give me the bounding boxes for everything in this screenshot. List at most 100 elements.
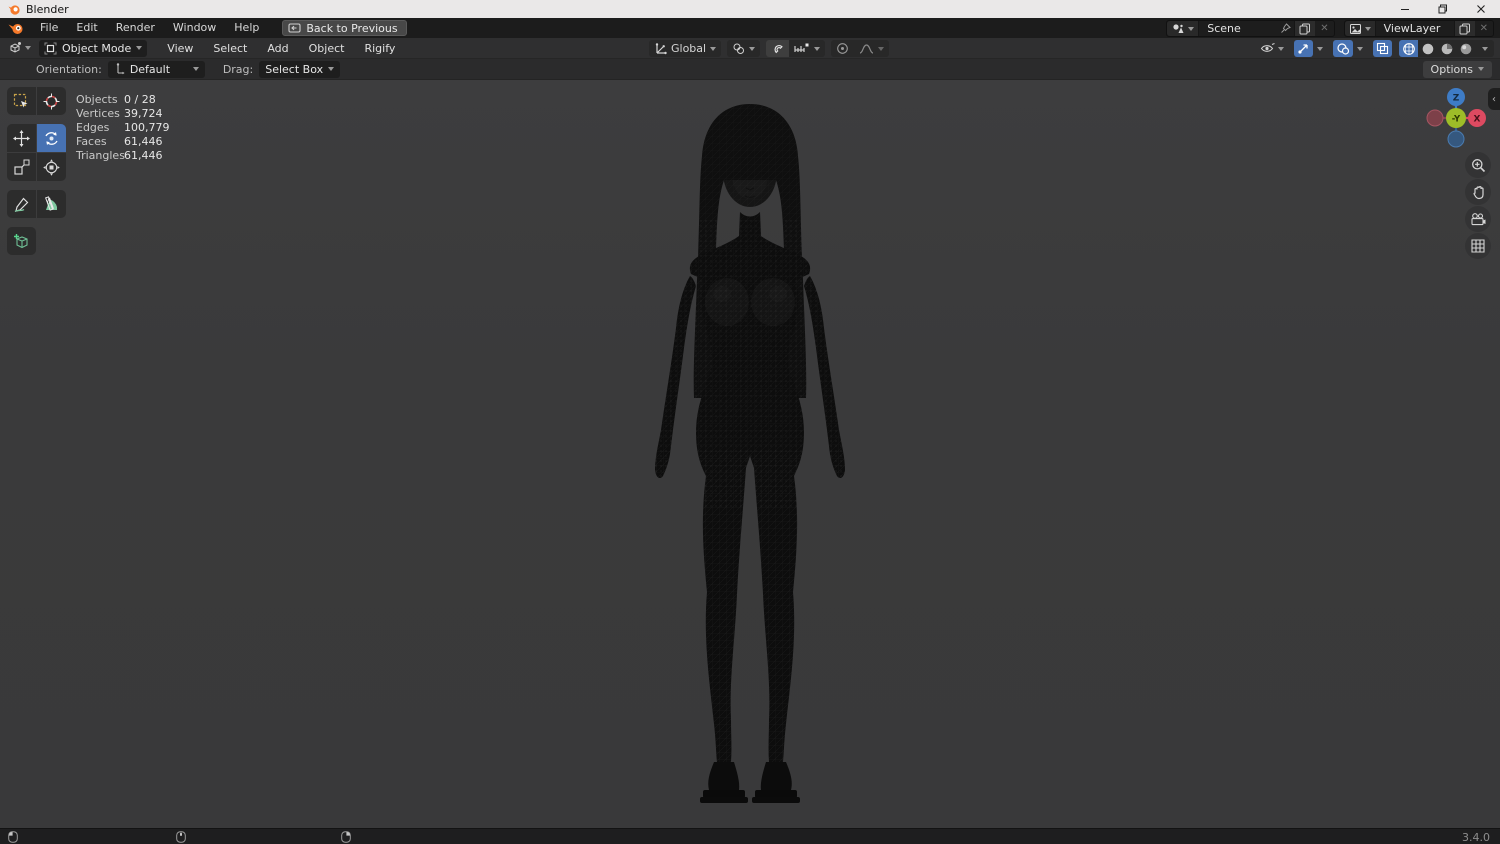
measure-tool[interactable] — [37, 190, 66, 218]
zoom-button[interactable] — [1465, 152, 1491, 178]
show-object-types-dropdown[interactable] — [1257, 40, 1287, 57]
menu-window[interactable]: Window — [164, 18, 225, 38]
minimize-button[interactable] — [1386, 0, 1424, 18]
toolbar — [7, 87, 66, 255]
shading-rendered-button[interactable] — [1456, 40, 1475, 57]
version-label: 3.4.0 — [1462, 831, 1490, 844]
back-to-previous-label: Back to Previous — [306, 21, 398, 35]
chevron-down-icon — [1317, 46, 1323, 51]
viewport-canvas[interactable]: Objects 0 / 28 Vertices 39,724 Edges 100,77… — [0, 80, 1500, 828]
orientation-value: Global — [671, 42, 707, 55]
add-cube-tool[interactable] — [7, 227, 36, 255]
visibility-icon — [1260, 43, 1275, 52]
drag-mode-dropdown[interactable]: Select Box — [259, 60, 341, 78]
zoom-icon — [1471, 158, 1485, 172]
add-cube-icon — [14, 233, 28, 248]
blender-logo-icon — [8, 3, 20, 15]
proportional-falloff-dropdown[interactable] — [854, 40, 889, 57]
orientation-default-dropdown[interactable]: Default — [107, 60, 205, 78]
transform-icon — [43, 158, 60, 176]
chevron-down-icon — [1278, 46, 1284, 51]
shading-wireframe-button[interactable] — [1399, 40, 1418, 57]
view-layer-name[interactable]: ViewLayer — [1376, 22, 1454, 35]
snap-toggle[interactable] — [766, 40, 790, 57]
gizmo-neg-x-axis[interactable] — [1426, 109, 1444, 127]
cursor-tool[interactable] — [37, 87, 66, 115]
menu-rigify[interactable]: Rigify — [354, 42, 405, 55]
snap-target-dropdown[interactable] — [789, 40, 825, 57]
rotate-tool[interactable] — [37, 124, 66, 152]
new-scene-button[interactable] — [1294, 21, 1316, 36]
new-view-layer-button[interactable] — [1453, 21, 1475, 36]
chevron-down-icon — [1478, 67, 1484, 71]
move-tool[interactable] — [7, 124, 36, 152]
menu-edit[interactable]: Edit — [67, 18, 106, 38]
shading-dropdown[interactable] — [1475, 40, 1494, 57]
show-gizmo-toggle[interactable] — [1294, 40, 1313, 57]
close-button[interactable] — [1462, 0, 1500, 18]
scene-browse-button[interactable] — [1167, 21, 1200, 36]
chevron-down-icon — [710, 46, 717, 51]
menu-help[interactable]: Help — [225, 18, 268, 38]
shading-material-button[interactable] — [1437, 40, 1456, 57]
rotate-icon — [45, 131, 58, 145]
transform-orientation-dropdown[interactable]: Global — [649, 40, 721, 57]
perspective-toggle-button[interactable] — [1465, 233, 1491, 259]
maximize-button[interactable] — [1424, 0, 1462, 18]
transform-tool[interactable] — [37, 153, 66, 181]
scene-name[interactable]: Scene — [1199, 22, 1277, 35]
shading-solid-button[interactable] — [1418, 40, 1437, 57]
options-dropdown[interactable]: Options — [1422, 60, 1492, 78]
menu-render[interactable]: Render — [107, 18, 164, 38]
unlink-scene-button[interactable]: ✕ — [1315, 23, 1333, 34]
menu-file[interactable]: File — [31, 18, 67, 38]
chevron-down-icon — [25, 46, 31, 50]
pan-button[interactable] — [1465, 179, 1491, 205]
hand-icon — [1472, 185, 1484, 199]
camera-view-button[interactable] — [1465, 206, 1491, 232]
menu-view[interactable]: View — [157, 42, 203, 55]
chevron-down-icon — [136, 46, 143, 50]
gizmo-neg-z-axis[interactable] — [1447, 130, 1465, 148]
overlays-dropdown[interactable] — [1354, 40, 1366, 57]
viewport-editor-icon — [10, 42, 21, 53]
editor-type-button[interactable] — [0, 41, 35, 55]
drag-label: Drag: — [222, 62, 254, 76]
chevron-down-icon — [1188, 26, 1195, 31]
show-overlays-toggle[interactable] — [1333, 40, 1353, 57]
chevron-down-icon — [878, 46, 885, 51]
orientation-mini-icon — [116, 63, 125, 75]
xray-icon — [1376, 42, 1389, 55]
chevron-down-icon — [814, 46, 821, 51]
mode-selector[interactable]: Object Mode — [39, 39, 148, 57]
menu-select[interactable]: Select — [203, 42, 257, 55]
os-title-bar: Blender — [0, 0, 1500, 18]
back-to-previous-button[interactable]: Back to Previous — [282, 20, 407, 36]
navigation-gizmo[interactable]: Z X -Y — [1424, 86, 1488, 150]
remove-view-layer-button[interactable]: ✕ — [1475, 23, 1493, 34]
gizmo-dropdown[interactable] — [1314, 40, 1326, 57]
orientation-default-value: Default — [129, 62, 171, 76]
shading-material-icon — [1441, 43, 1452, 54]
stat-edges: Edges 100,779 — [76, 121, 170, 134]
proportional-editing-toggle[interactable] — [831, 40, 854, 57]
pin-icon[interactable] — [1277, 23, 1294, 34]
scale-tool[interactable] — [7, 153, 36, 181]
model-right-foot — [760, 762, 792, 790]
mouse-middle-icon — [176, 831, 186, 843]
blender-app-icon[interactable] — [8, 22, 24, 35]
overlays-icon — [1337, 43, 1350, 55]
view-layer-browse-button[interactable] — [1344, 21, 1376, 36]
viewport-nav-buttons — [1465, 152, 1491, 259]
sidebar-toggle-arrow[interactable]: ‹ — [1488, 88, 1500, 110]
select-box-tool[interactable] — [7, 87, 36, 115]
menu-add[interactable]: Add — [257, 42, 298, 55]
menu-object[interactable]: Object — [299, 42, 355, 55]
pivot-point-dropdown[interactable] — [727, 40, 760, 57]
chevron-down-icon — [192, 67, 199, 71]
toggle-xray-button[interactable] — [1373, 40, 1392, 57]
shading-rendered-icon — [1460, 43, 1471, 54]
stat-vertices: Vertices 39,724 — [76, 107, 163, 120]
snap-magnet-icon — [774, 44, 783, 54]
annotate-tool[interactable] — [7, 190, 36, 218]
